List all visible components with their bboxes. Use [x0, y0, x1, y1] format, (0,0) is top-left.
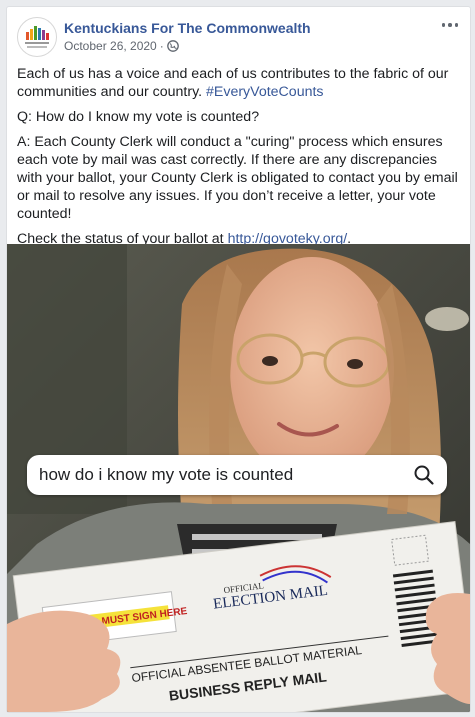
- post-paragraph-1: Each of us has a voice and each of us co…: [17, 65, 465, 101]
- post-header: Kentuckians For The Commonwealth October…: [7, 7, 470, 59]
- page-name-link[interactable]: Kentuckians For The Commonwealth: [64, 20, 311, 36]
- globe-icon: [166, 40, 179, 55]
- post-meta: October 26, 2020 ·: [64, 39, 179, 55]
- search-icon[interactable]: [413, 464, 435, 491]
- post-date[interactable]: October 26, 2020: [64, 39, 157, 53]
- date-separator: ·: [159, 39, 164, 53]
- kftc-logo-icon[interactable]: [17, 17, 57, 57]
- search-bar[interactable]: how do i know my vote is counted: [27, 455, 447, 495]
- search-query: how do i know my vote is counted: [39, 465, 294, 484]
- post-photo[interactable]: VOTER MUST SIGN HERE OFFICIAL ELECTION M…: [7, 244, 470, 712]
- post-text: Each of us has a voice and each of us co…: [17, 65, 465, 255]
- post-answer: A: Each County Clerk will conduct a "cur…: [17, 134, 458, 222]
- hashtag-link[interactable]: #EveryVoteCounts: [206, 84, 324, 100]
- more-options-icon[interactable]: [438, 17, 462, 33]
- post-question: Q: How do I know my vote is counted?: [17, 109, 260, 125]
- facebook-post: Kentuckians For The Commonwealth October…: [6, 6, 471, 713]
